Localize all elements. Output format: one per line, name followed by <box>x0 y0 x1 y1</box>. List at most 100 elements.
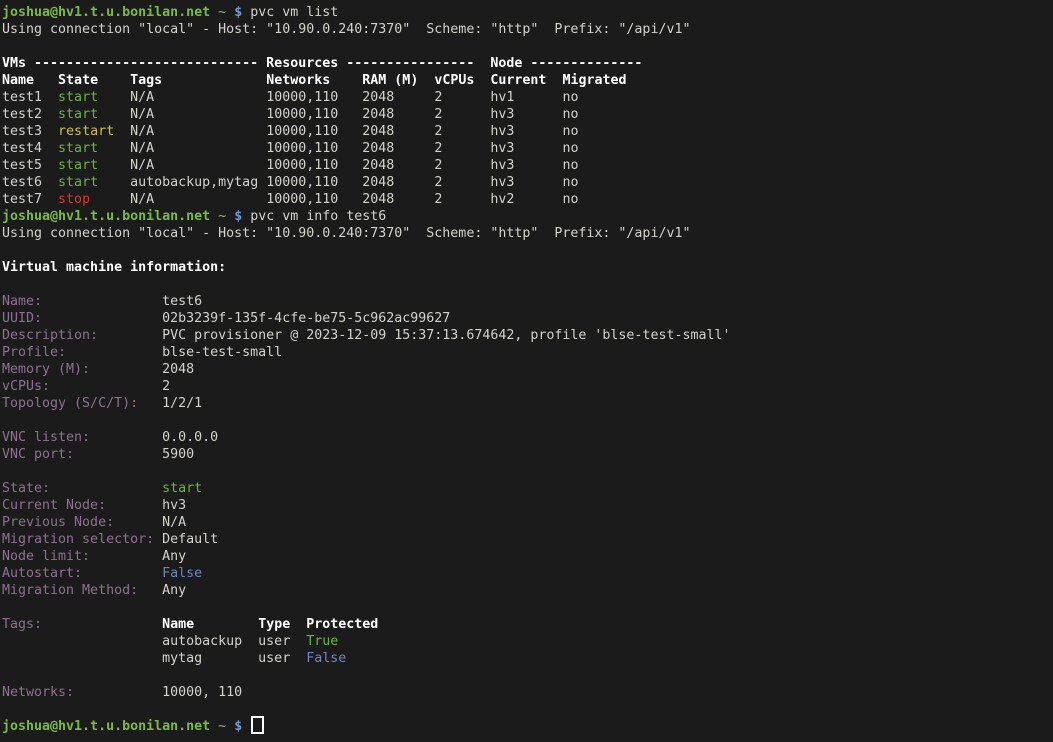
col-tags: Tags <box>130 73 266 88</box>
vm-name: test2 <box>2 107 58 122</box>
terminal[interactable]: joshua@hv1.t.u.bonilan.net ~ $ pvc vm li… <box>0 0 1053 735</box>
terminal-line: Current Node: hv3 <box>2 497 1053 514</box>
vm-vcpus: 2 <box>434 175 490 190</box>
field-value: False <box>162 566 202 581</box>
field-label: Description: <box>2 328 162 343</box>
field-label: Profile: <box>2 345 162 360</box>
tags-col-name: Name <box>162 617 258 632</box>
vm-name: test4 <box>2 141 58 156</box>
field-value: Default <box>162 532 218 547</box>
vm-state: restart <box>58 124 130 139</box>
vm-tags: N/A <box>130 107 266 122</box>
vm-migrated: no <box>562 90 578 105</box>
vm-name: test1 <box>2 90 58 105</box>
vm-tags: autobackup,mytag <box>130 175 266 190</box>
vm-state: start <box>58 90 130 105</box>
vm-state: start <box>58 141 130 156</box>
field-label: Tags: <box>2 617 162 632</box>
vm-node: hv1 <box>490 90 562 105</box>
vm-networks: 10000,110 <box>266 175 362 190</box>
terminal-line: Memory (M): 2048 <box>2 361 1053 378</box>
terminal-line: test4 start N/A 10000,110 2048 2 hv3 no <box>2 140 1053 157</box>
vm-ram: 2048 <box>362 175 434 190</box>
field-value: 2 <box>162 379 170 394</box>
vm-vcpus: 2 <box>434 158 490 173</box>
terminal-line <box>2 276 1053 293</box>
terminal-line: VNC port: 5900 <box>2 446 1053 463</box>
vm-name: test3 <box>2 124 58 139</box>
terminal-line: Name State Tags Networks RAM (M) vCPUs C… <box>2 72 1053 89</box>
vm-vcpus: 2 <box>434 192 490 207</box>
field-value: Any <box>162 549 186 564</box>
vm-tags: N/A <box>130 158 266 173</box>
terminal-line: vCPUs: 2 <box>2 378 1053 395</box>
tags-col-type: Type <box>258 617 306 632</box>
field-label: VNC port: <box>2 447 162 462</box>
col-vcpus: vCPUs <box>434 73 490 88</box>
terminal-line <box>2 412 1053 429</box>
vm-state: stop <box>58 192 130 207</box>
command-vm-list: pvc vm list <box>250 5 338 20</box>
vm-networks: 10000,110 <box>266 158 362 173</box>
prompt-symbol: $ <box>234 719 242 734</box>
terminal-line: test1 start N/A 10000,110 2048 2 hv1 no <box>2 89 1053 106</box>
terminal-line: Name: test6 <box>2 293 1053 310</box>
vm-state: start <box>58 158 130 173</box>
field-value: 10000, 110 <box>162 685 242 700</box>
terminal-line: autobackup user True <box>2 633 1053 650</box>
vm-migrated: no <box>562 192 578 207</box>
vm-ram: 2048 <box>362 90 434 105</box>
prompt-user-host: joshua@hv1.t.u.bonilan.net <box>2 5 210 20</box>
terminal-line: Migration selector: Default <box>2 531 1053 548</box>
connection-info: Using connection "local" - Host: "10.90.… <box>2 226 690 241</box>
col-ram: RAM (M) <box>362 73 434 88</box>
terminal-line: Profile: blse-test-small <box>2 344 1053 361</box>
field-value: test6 <box>162 294 202 309</box>
vm-networks: 10000,110 <box>266 107 362 122</box>
terminal-line: VMs ---------------------------- Resourc… <box>2 55 1053 72</box>
field-value: 1/2/1 <box>162 396 202 411</box>
terminal-line: Networks: 10000, 110 <box>2 684 1053 701</box>
terminal-line: test6 start autobackup,mytag 10000,110 2… <box>2 174 1053 191</box>
prompt-symbol: $ <box>234 5 242 20</box>
vm-tags: N/A <box>130 192 266 207</box>
field-label: UUID: <box>2 311 162 326</box>
col-current: Current <box>490 73 562 88</box>
terminal-line: Description: PVC provisioner @ 2023-12-0… <box>2 327 1053 344</box>
field-value: 2048 <box>162 362 194 377</box>
terminal-line <box>2 667 1053 684</box>
terminal-line <box>2 463 1053 480</box>
terminal-line: test5 start N/A 10000,110 2048 2 hv3 no <box>2 157 1053 174</box>
field-label: Current Node: <box>2 498 162 513</box>
connection-info: Using connection "local" - Host: "10.90.… <box>2 22 690 37</box>
terminal-line: test7 stop N/A 10000,110 2048 2 hv2 no <box>2 191 1053 208</box>
terminal-line: Autostart: False <box>2 565 1053 582</box>
field-label: Migration Method: <box>2 583 162 598</box>
field-label: Migration selector: <box>2 532 162 547</box>
field-label: Node limit: <box>2 549 162 564</box>
field-value: N/A <box>162 515 186 530</box>
col-migrated: Migrated <box>562 73 626 88</box>
terminal-line: UUID: 02b3239f-135f-4cfe-be75-5c962ac996… <box>2 310 1053 327</box>
terminal-line: joshua@hv1.t.u.bonilan.net ~ $ pvc vm in… <box>2 208 1053 225</box>
field-label: Networks: <box>2 685 162 700</box>
vm-name: test6 <box>2 175 58 190</box>
vm-node: hv3 <box>490 124 562 139</box>
field-value: Any <box>162 583 186 598</box>
tag-protected: True <box>306 634 338 649</box>
field-value: 02b3239f-135f-4cfe-be75-5c962ac99627 <box>162 311 450 326</box>
vm-migrated: no <box>562 124 578 139</box>
terminal-line <box>2 599 1053 616</box>
field-value: PVC provisioner @ 2023-12-09 15:37:13.67… <box>162 328 730 343</box>
vm-state: start <box>58 107 130 122</box>
terminal-line: mytag user False <box>2 650 1053 667</box>
tag-protected: False <box>306 651 346 666</box>
terminal-line: test2 start N/A 10000,110 2048 2 hv3 no <box>2 106 1053 123</box>
vm-vcpus: 2 <box>434 141 490 156</box>
terminal-line: Virtual machine information: <box>2 259 1053 276</box>
vm-ram: 2048 <box>362 158 434 173</box>
col-name: Name <box>2 73 58 88</box>
vm-networks: 10000,110 <box>266 192 362 207</box>
vm-networks: 10000,110 <box>266 124 362 139</box>
vm-name: test5 <box>2 158 58 173</box>
